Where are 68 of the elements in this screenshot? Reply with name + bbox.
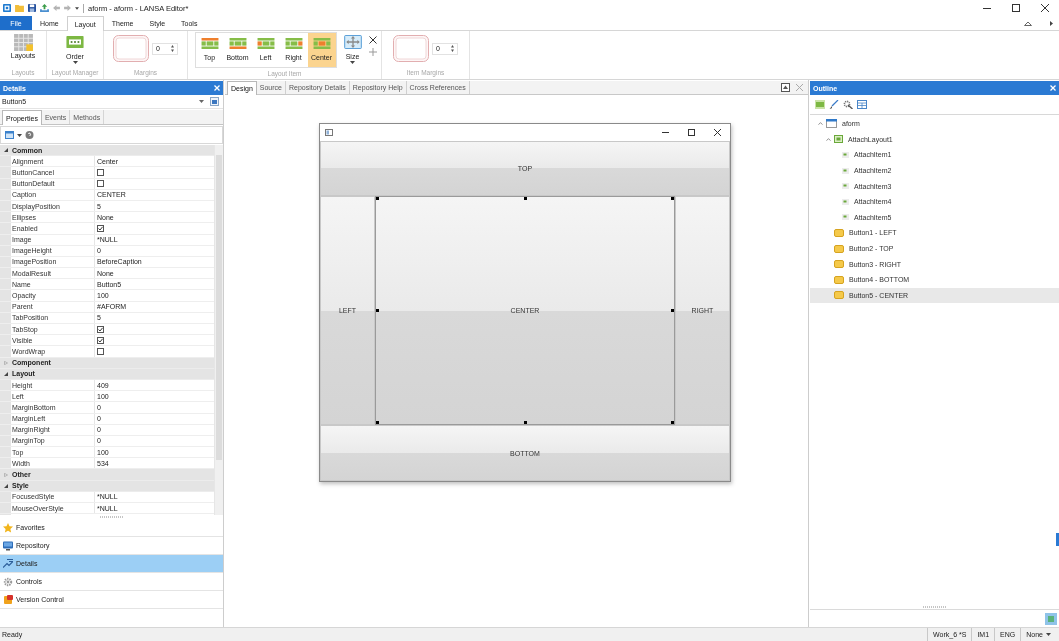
monitor-icon (3, 540, 13, 551)
item-icon (842, 214, 849, 221)
layout-icon (65, 36, 85, 48)
layout-position-icon (312, 38, 331, 49)
minimize-icon[interactable] (982, 7, 991, 9)
selection-handle[interactable] (671, 421, 674, 424)
layout-position-icon (256, 38, 275, 49)
stacked-squares-icon (3, 594, 13, 605)
caret-icon[interactable] (1050, 20, 1053, 26)
expand-icon[interactable] (4, 148, 8, 153)
caret-icon[interactable] (17, 133, 22, 137)
selection-handle[interactable] (523, 421, 527, 424)
layout-icon (834, 135, 843, 144)
brush-icon[interactable] (829, 100, 839, 109)
window-icon[interactable] (5, 131, 14, 139)
expand-icon[interactable] (4, 483, 8, 488)
item-icon (842, 152, 849, 158)
scrollbar[interactable] (214, 145, 223, 515)
star-icon (3, 522, 13, 533)
app-icon[interactable] (3, 4, 11, 12)
gear-icon (3, 576, 13, 587)
panel-layout-icon[interactable] (857, 100, 867, 109)
rounded-frame-icon (393, 35, 429, 62)
layout-position-icon (200, 38, 219, 49)
caret-icon (1046, 633, 1051, 636)
expand-icon[interactable] (4, 371, 8, 376)
checkbox[interactable] (97, 336, 104, 344)
window-icon (826, 119, 837, 129)
item-icon (842, 183, 849, 190)
caret-icon (350, 61, 355, 64)
layout-position-icon (228, 38, 247, 49)
caret-icon (72, 61, 78, 64)
grid-icon (13, 34, 33, 51)
maximize-icon[interactable] (688, 129, 695, 136)
help-icon[interactable] (25, 131, 34, 139)
item-icon (842, 167, 849, 174)
selection-handle[interactable] (376, 197, 379, 200)
checkbox[interactable] (97, 224, 104, 232)
checkbox[interactable] (97, 325, 104, 333)
layout-position-icon (284, 38, 303, 49)
window-icon (325, 129, 333, 136)
selection-handle[interactable] (671, 309, 674, 312)
remove-icon[interactable] (368, 36, 377, 44)
triangle-up-icon[interactable] (1024, 20, 1032, 26)
upload-icon[interactable] (40, 4, 49, 12)
spin-arrows-icon[interactable] (451, 45, 454, 52)
spin-arrows-icon[interactable] (171, 45, 174, 52)
save-icon[interactable] (28, 4, 36, 12)
caret-icon (199, 100, 204, 103)
move-arrows-icon (343, 35, 362, 49)
selection-handle[interactable] (376, 421, 379, 424)
checkbox[interactable] (97, 347, 104, 355)
maximize-panel-icon[interactable] (781, 83, 790, 92)
trend-line-icon (3, 558, 13, 569)
panel-tab-icon[interactable] (1045, 612, 1057, 625)
checkbox[interactable] (97, 180, 104, 188)
item-icon (842, 198, 849, 205)
checkbox[interactable] (97, 168, 104, 176)
panel-icon[interactable] (210, 97, 219, 106)
wand-icon[interactable] (843, 100, 853, 109)
selection-handle[interactable] (671, 197, 674, 200)
selection-handle[interactable] (376, 309, 379, 312)
selection-handle[interactable] (523, 197, 527, 200)
maximize-icon[interactable] (1011, 4, 1020, 12)
rounded-frame-icon (113, 35, 149, 62)
close-icon[interactable] (1040, 4, 1049, 12)
caret-icon[interactable] (75, 6, 79, 10)
close-icon[interactable] (714, 129, 721, 136)
